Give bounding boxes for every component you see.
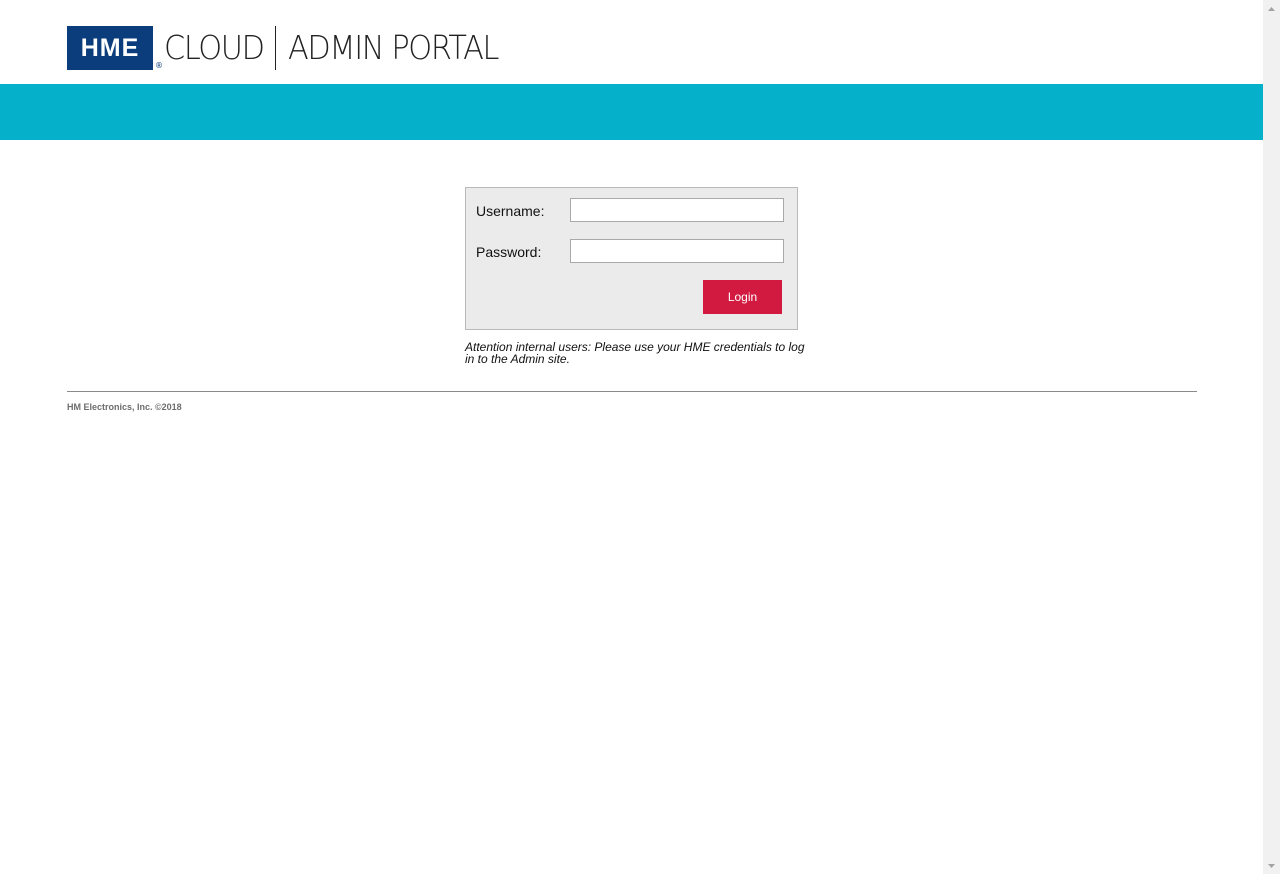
footer-divider: [67, 391, 1197, 392]
header: HME ® CLOUD ADMIN PORTAL: [0, 0, 1263, 84]
scroll-up-arrow-icon[interactable]: [1263, 0, 1280, 17]
logo-admin-portal-text: ADMIN PORTAL: [288, 28, 499, 67]
internal-users-notice: Attention internal users: Please use you…: [465, 340, 805, 366]
hme-cloud-logo[interactable]: HME ® CLOUD ADMIN PORTAL: [67, 26, 499, 70]
login-button[interactable]: Login: [703, 280, 782, 314]
banner-bar: [0, 84, 1263, 140]
login-form: Username: Password: Login: [465, 187, 798, 330]
page: HME ® CLOUD ADMIN PORTAL Username: Passw…: [0, 0, 1263, 874]
logo-cloud-text: CLOUD: [164, 28, 265, 67]
logo-divider: [275, 26, 276, 70]
copyright-text: HM Electronics, Inc. ©2018: [67, 402, 182, 412]
registered-mark: ®: [155, 61, 163, 70]
username-label: Username:: [476, 203, 545, 219]
username-input[interactable]: [570, 198, 784, 222]
hme-logo-box: HME: [67, 26, 153, 70]
password-input[interactable]: [570, 239, 784, 263]
hme-logo-text: HME: [80, 33, 140, 62]
scroll-down-arrow-icon[interactable]: [1263, 857, 1280, 874]
vertical-scrollbar[interactable]: [1263, 0, 1280, 874]
password-label: Password:: [476, 244, 542, 260]
